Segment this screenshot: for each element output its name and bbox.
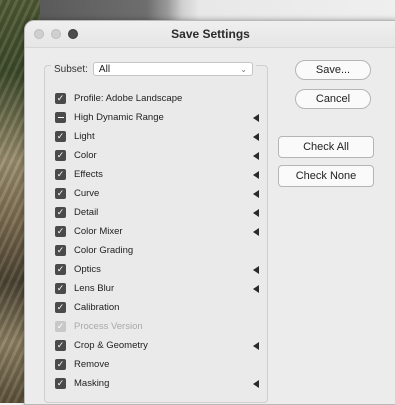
settings-item[interactable]: ✓ Color xyxy=(55,146,260,165)
check-all-button[interactable]: Check All xyxy=(278,136,374,158)
disclosure-arrow-icon[interactable] xyxy=(253,114,259,122)
disclosure-arrow-icon[interactable] xyxy=(253,171,259,179)
settings-item-label: Color xyxy=(74,150,97,161)
settings-item-label: Detail xyxy=(74,207,99,218)
checkbox-checked[interactable]: ✓ xyxy=(55,283,66,294)
subset-label: Subset: xyxy=(54,63,88,75)
background-photo-top xyxy=(40,0,395,20)
disclosure-arrow-icon[interactable] xyxy=(253,209,259,217)
settings-item[interactable]: ✓ Effects xyxy=(55,165,260,184)
settings-item-label: Masking xyxy=(74,378,110,389)
checkbox-checked[interactable]: ✓ xyxy=(55,378,66,389)
settings-item-label: Process Version xyxy=(74,321,143,332)
settings-checklist: ✓ Profile: Adobe Landscape High Dynamic Ra… xyxy=(55,89,260,393)
disclosure-arrow-icon[interactable] xyxy=(253,380,259,388)
settings-item[interactable]: ✓ Optics xyxy=(55,260,260,279)
settings-item[interactable]: ✓ Curve xyxy=(55,184,260,203)
settings-item[interactable]: ✓ Calibration xyxy=(55,298,260,317)
settings-item-label: Remove xyxy=(74,359,110,370)
settings-item-label: Light xyxy=(74,131,95,142)
checkbox-checked[interactable]: ✓ xyxy=(55,188,66,199)
title-bar: Save Settings xyxy=(25,21,395,48)
settings-item-label: Curve xyxy=(74,188,100,199)
settings-item[interactable]: ✓ Process Version xyxy=(55,317,260,336)
checkbox-checked[interactable]: ✓ xyxy=(55,264,66,275)
settings-item[interactable]: ✓ Crop & Geometry xyxy=(55,336,260,355)
save-button[interactable]: Save... xyxy=(295,60,371,80)
settings-group-box: Subset: All ⌄ ✓ Profile: Adobe Landscape H… xyxy=(44,62,268,403)
settings-item[interactable]: High Dynamic Range xyxy=(55,108,260,127)
checkbox-checked[interactable]: ✓ xyxy=(55,131,66,142)
checkbox-checked[interactable]: ✓ xyxy=(55,150,66,161)
settings-item[interactable]: ✓ Color Mixer xyxy=(55,222,260,241)
settings-item-label: Color Grading xyxy=(74,245,134,256)
disclosure-arrow-icon[interactable] xyxy=(253,285,259,293)
checkbox-checked[interactable]: ✓ xyxy=(55,169,66,180)
disclosure-arrow-icon[interactable] xyxy=(253,266,259,274)
checkbox-checked[interactable]: ✓ xyxy=(55,207,66,218)
settings-item[interactable]: ✓ Masking xyxy=(55,374,260,393)
disclosure-arrow-icon[interactable] xyxy=(253,133,259,141)
settings-item-label: Effects xyxy=(74,169,103,180)
settings-item[interactable]: ✓ Detail xyxy=(55,203,260,222)
subset-row: Subset: All ⌄ xyxy=(51,62,256,76)
settings-item-label: Lens Blur xyxy=(74,283,115,294)
checkbox-mixed[interactable] xyxy=(55,112,66,123)
settings-item-label: High Dynamic Range xyxy=(74,112,164,123)
checkbox-checked[interactable]: ✓ xyxy=(55,340,66,351)
settings-item-label: Calibration xyxy=(74,302,120,313)
save-settings-dialog: Save Settings Subset: All ⌄ ✓ Profile: Ad… xyxy=(24,20,395,405)
disclosure-arrow-icon[interactable] xyxy=(253,152,259,160)
settings-item[interactable]: ✓ Remove xyxy=(55,355,260,374)
settings-item-label: Profile: Adobe Landscape xyxy=(74,93,183,104)
settings-item-label: Crop & Geometry xyxy=(74,340,148,351)
settings-item-label: Optics xyxy=(74,264,101,275)
disclosure-arrow-icon[interactable] xyxy=(253,190,259,198)
settings-item[interactable]: ✓ Profile: Adobe Landscape xyxy=(55,89,260,108)
subset-value: All xyxy=(98,63,111,75)
chevron-down-icon: ⌄ xyxy=(240,64,247,74)
checkbox-checked[interactable]: ✓ xyxy=(55,245,66,256)
check-none-button[interactable]: Check None xyxy=(278,165,374,187)
disclosure-arrow-icon[interactable] xyxy=(253,228,259,236)
settings-item[interactable]: ✓ Light xyxy=(55,127,260,146)
checkbox-checked[interactable]: ✓ xyxy=(55,359,66,370)
dialog-title: Save Settings xyxy=(171,27,250,41)
cancel-button[interactable]: Cancel xyxy=(295,89,371,109)
checkbox-disabled: ✓ xyxy=(55,321,66,332)
subset-select[interactable]: All ⌄ xyxy=(92,62,253,76)
checkbox-checked[interactable]: ✓ xyxy=(55,302,66,313)
disclosure-arrow-icon[interactable] xyxy=(253,342,259,350)
settings-item-label: Color Mixer xyxy=(74,226,123,237)
checkbox-checked[interactable]: ✓ xyxy=(55,93,66,104)
settings-item[interactable]: ✓ Lens Blur xyxy=(55,279,260,298)
settings-item[interactable]: ✓ Color Grading xyxy=(55,241,260,260)
checkbox-checked[interactable]: ✓ xyxy=(55,226,66,237)
